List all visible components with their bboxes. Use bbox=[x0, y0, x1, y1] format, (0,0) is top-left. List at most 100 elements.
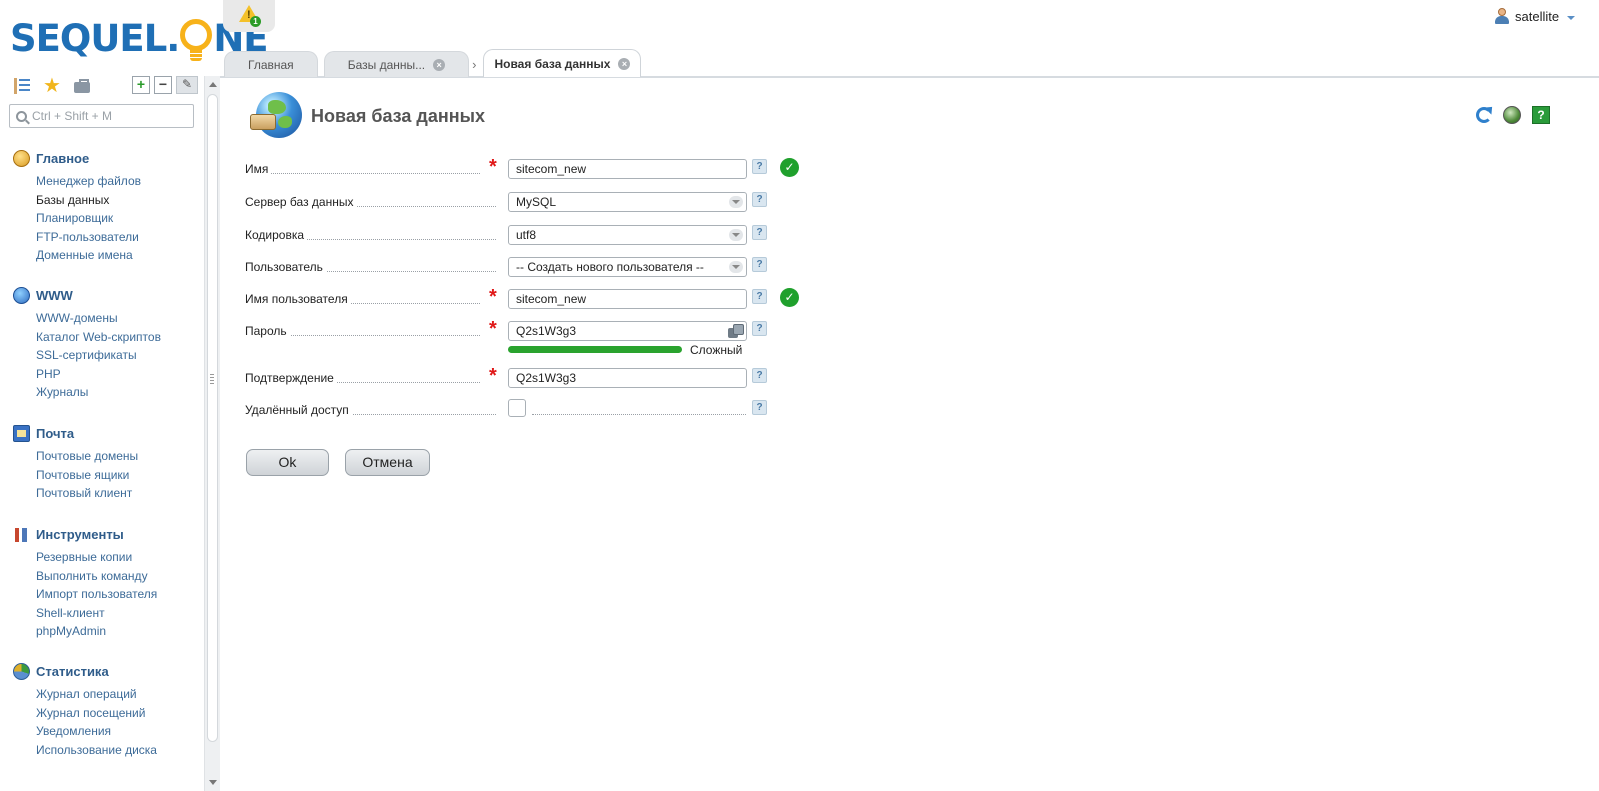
username-field[interactable]: sitecom_new bbox=[508, 289, 747, 309]
section-header[interactable]: WWW bbox=[13, 285, 161, 305]
encoding-select[interactable]: utf8 bbox=[508, 225, 747, 245]
section-header[interactable]: Статистика bbox=[13, 661, 157, 681]
page-actions: ? bbox=[1476, 106, 1550, 124]
cancel-button[interactable]: Отмена bbox=[345, 449, 430, 476]
help-hint-icon[interactable]: ? bbox=[752, 289, 767, 304]
scrollbar-thumb[interactable] bbox=[207, 94, 218, 742]
password-strength-bar bbox=[508, 346, 682, 353]
help-hint-icon[interactable]: ? bbox=[752, 257, 767, 272]
sidebar-item-mailboxes[interactable]: Почтовые ящики bbox=[36, 466, 138, 485]
sidebar-toolbar: ★ bbox=[12, 76, 92, 96]
sidebar-item-domain-names[interactable]: Доменные имена bbox=[36, 246, 141, 265]
site-map-icon[interactable] bbox=[1503, 106, 1521, 124]
ok-button[interactable]: Ok bbox=[246, 449, 329, 476]
field-label: Подтверждение bbox=[245, 371, 337, 385]
server-select[interactable]: MySQL bbox=[508, 192, 747, 212]
tree-view-icon[interactable] bbox=[12, 76, 32, 96]
resize-grip-icon[interactable] bbox=[210, 374, 214, 386]
briefcase-icon[interactable] bbox=[72, 76, 92, 96]
sidebar-item-php[interactable]: PHP bbox=[36, 365, 161, 384]
sidebar-item-ssl[interactable]: SSL-сертификаты bbox=[36, 346, 161, 365]
section-header[interactable]: Почта bbox=[13, 423, 138, 443]
sidebar-section-stats: Статистика Журнал операций Журнал посеще… bbox=[13, 661, 157, 759]
select-value: utf8 bbox=[516, 228, 537, 242]
expand-all-icon[interactable]: + bbox=[132, 76, 150, 94]
section-title: Статистика bbox=[36, 663, 109, 679]
sidebar-item-operations-log[interactable]: Журнал операций bbox=[36, 685, 157, 704]
sidebar-item-databases[interactable]: Базы данных bbox=[36, 191, 141, 210]
sidebar-item-backups[interactable]: Резервные копии bbox=[36, 548, 157, 567]
password-value: Q2s1W3g3 bbox=[516, 324, 577, 338]
user-select[interactable]: -- Создать нового пользователя -- bbox=[508, 257, 747, 277]
refresh-icon[interactable] bbox=[1476, 107, 1492, 123]
tab-home[interactable]: Главная bbox=[224, 51, 318, 77]
sidebar-expand-tools: + − ✎ bbox=[132, 76, 198, 94]
sidebar-item-logs[interactable]: Журналы bbox=[36, 383, 161, 402]
help-icon[interactable]: ? bbox=[1532, 106, 1550, 124]
notification-count-badge: 1 bbox=[250, 16, 261, 27]
tab-new-database[interactable]: Новая база данных × bbox=[483, 49, 642, 77]
close-icon[interactable]: × bbox=[433, 58, 446, 71]
sidebar-item-file-manager[interactable]: Менеджер файлов bbox=[36, 172, 141, 191]
sidebar-item-ftp-users[interactable]: FTP-пользователи bbox=[36, 228, 141, 247]
help-hint-icon[interactable]: ? bbox=[752, 400, 767, 415]
search-input[interactable] bbox=[32, 109, 182, 123]
generate-password-icon[interactable] bbox=[728, 324, 744, 338]
sidebar-item-phpmyadmin[interactable]: phpMyAdmin bbox=[36, 622, 157, 641]
menu-search[interactable] bbox=[9, 104, 194, 128]
sidebar-item-visits-log[interactable]: Журнал посещений bbox=[36, 704, 157, 723]
collapse-all-icon[interactable]: − bbox=[154, 76, 172, 94]
sidebar-section-mail: Почта Почтовые домены Почтовые ящики Поч… bbox=[13, 423, 138, 503]
help-hint-icon[interactable]: ? bbox=[752, 159, 767, 174]
home-icon bbox=[13, 149, 30, 167]
tab-databases[interactable]: Базы данны... × bbox=[323, 51, 470, 77]
pin-icon[interactable]: ✎ bbox=[176, 76, 198, 94]
sidebar-item-web-scripts[interactable]: Каталог Web-скриптов bbox=[36, 328, 161, 347]
help-hint-icon[interactable]: ? bbox=[752, 368, 767, 383]
required-mark: * bbox=[489, 318, 497, 340]
user-menu[interactable]: satellite bbox=[1494, 8, 1576, 24]
name-field[interactable]: sitecom_new bbox=[508, 159, 747, 179]
scroll-down-icon[interactable] bbox=[209, 780, 217, 785]
sidebar-item-mail-client[interactable]: Почтовый клиент bbox=[36, 484, 138, 503]
search-icon bbox=[16, 110, 27, 122]
chevron-down-icon bbox=[1567, 15, 1576, 20]
user-name: satellite bbox=[1515, 8, 1560, 24]
help-hint-icon[interactable]: ? bbox=[752, 192, 767, 207]
sidebar-scrollbar[interactable] bbox=[204, 76, 220, 791]
sidebar-item-shell-client[interactable]: Shell-клиент bbox=[36, 604, 157, 623]
sidebar-item-scheduler[interactable]: Планировщик bbox=[36, 209, 141, 228]
sidebar-item-run-command[interactable]: Выполнить команду bbox=[36, 567, 157, 586]
sidebar-item-notifications[interactable]: Уведомления bbox=[36, 722, 157, 741]
stats-icon bbox=[13, 662, 30, 680]
section-title: WWW bbox=[36, 287, 73, 303]
sidebar-item-www-domains[interactable]: WWW-домены bbox=[36, 309, 161, 328]
help-hint-icon[interactable]: ? bbox=[752, 225, 767, 240]
tab-label: Новая база данных bbox=[494, 56, 611, 71]
sidebar-item-mail-domains[interactable]: Почтовые домены bbox=[36, 447, 138, 466]
sidebar-item-import-user[interactable]: Импорт пользователя bbox=[36, 585, 157, 604]
favorites-star-icon[interactable]: ★ bbox=[42, 76, 62, 96]
password-field[interactable]: Q2s1W3g3 bbox=[508, 321, 747, 341]
help-hint-icon[interactable]: ? bbox=[752, 321, 767, 336]
chevron-down-icon bbox=[729, 196, 743, 208]
section-header[interactable]: Инструменты bbox=[13, 524, 157, 544]
section-header[interactable]: Главное bbox=[13, 148, 141, 168]
user-icon bbox=[1494, 8, 1510, 24]
tab-label: Главная bbox=[248, 57, 294, 72]
notifications-button[interactable]: ! 1 bbox=[223, 0, 275, 32]
select-value: -- Создать нового пользователя -- bbox=[516, 260, 704, 274]
field-label: Кодировка bbox=[245, 228, 308, 242]
close-icon[interactable]: × bbox=[618, 57, 631, 70]
section-title: Главное bbox=[36, 150, 90, 166]
field-label: Удалённый доступ bbox=[245, 403, 352, 417]
sidebar-section-main: Главное Менеджер файлов Базы данных План… bbox=[13, 148, 141, 265]
field-label: Сервер баз данных bbox=[245, 195, 357, 209]
confirm-password-field[interactable]: Q2s1W3g3 bbox=[508, 368, 747, 388]
sidebar: ★ + − ✎ Главное Менеджер файлов Базы дан… bbox=[0, 72, 205, 791]
scroll-up-icon[interactable] bbox=[209, 82, 217, 87]
remote-access-checkbox[interactable] bbox=[508, 399, 526, 417]
sidebar-section-www: WWW WWW-домены Каталог Web-скриптов SSL-… bbox=[13, 285, 161, 402]
valid-check-icon: ✓ bbox=[780, 288, 799, 307]
sidebar-item-disk-usage[interactable]: Использование диска bbox=[36, 741, 157, 760]
